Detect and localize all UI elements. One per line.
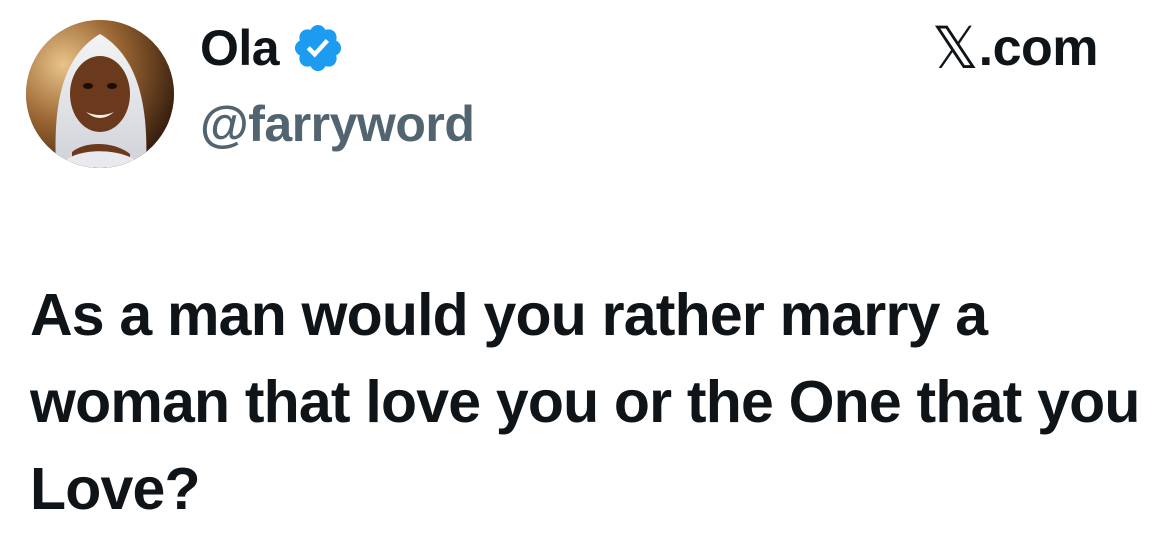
author-name-row: Ola <box>200 18 345 78</box>
avatar[interactable] <box>26 20 174 168</box>
brand-watermark: 𝕏 .com <box>931 14 1099 82</box>
author-handle[interactable]: @farryword <box>200 93 475 155</box>
brand-domain: .com <box>978 19 1099 77</box>
display-name[interactable]: Ola <box>200 18 280 78</box>
verified-badge-icon[interactable] <box>291 21 345 75</box>
avatar-image <box>26 20 174 168</box>
tweet-text: As a man would you rather marry a woman … <box>30 282 1140 522</box>
x-logo-icon: 𝕏 <box>931 14 979 82</box>
tweet-card: Ola @farryword 𝕏 .com As a man would you… <box>0 0 1170 554</box>
